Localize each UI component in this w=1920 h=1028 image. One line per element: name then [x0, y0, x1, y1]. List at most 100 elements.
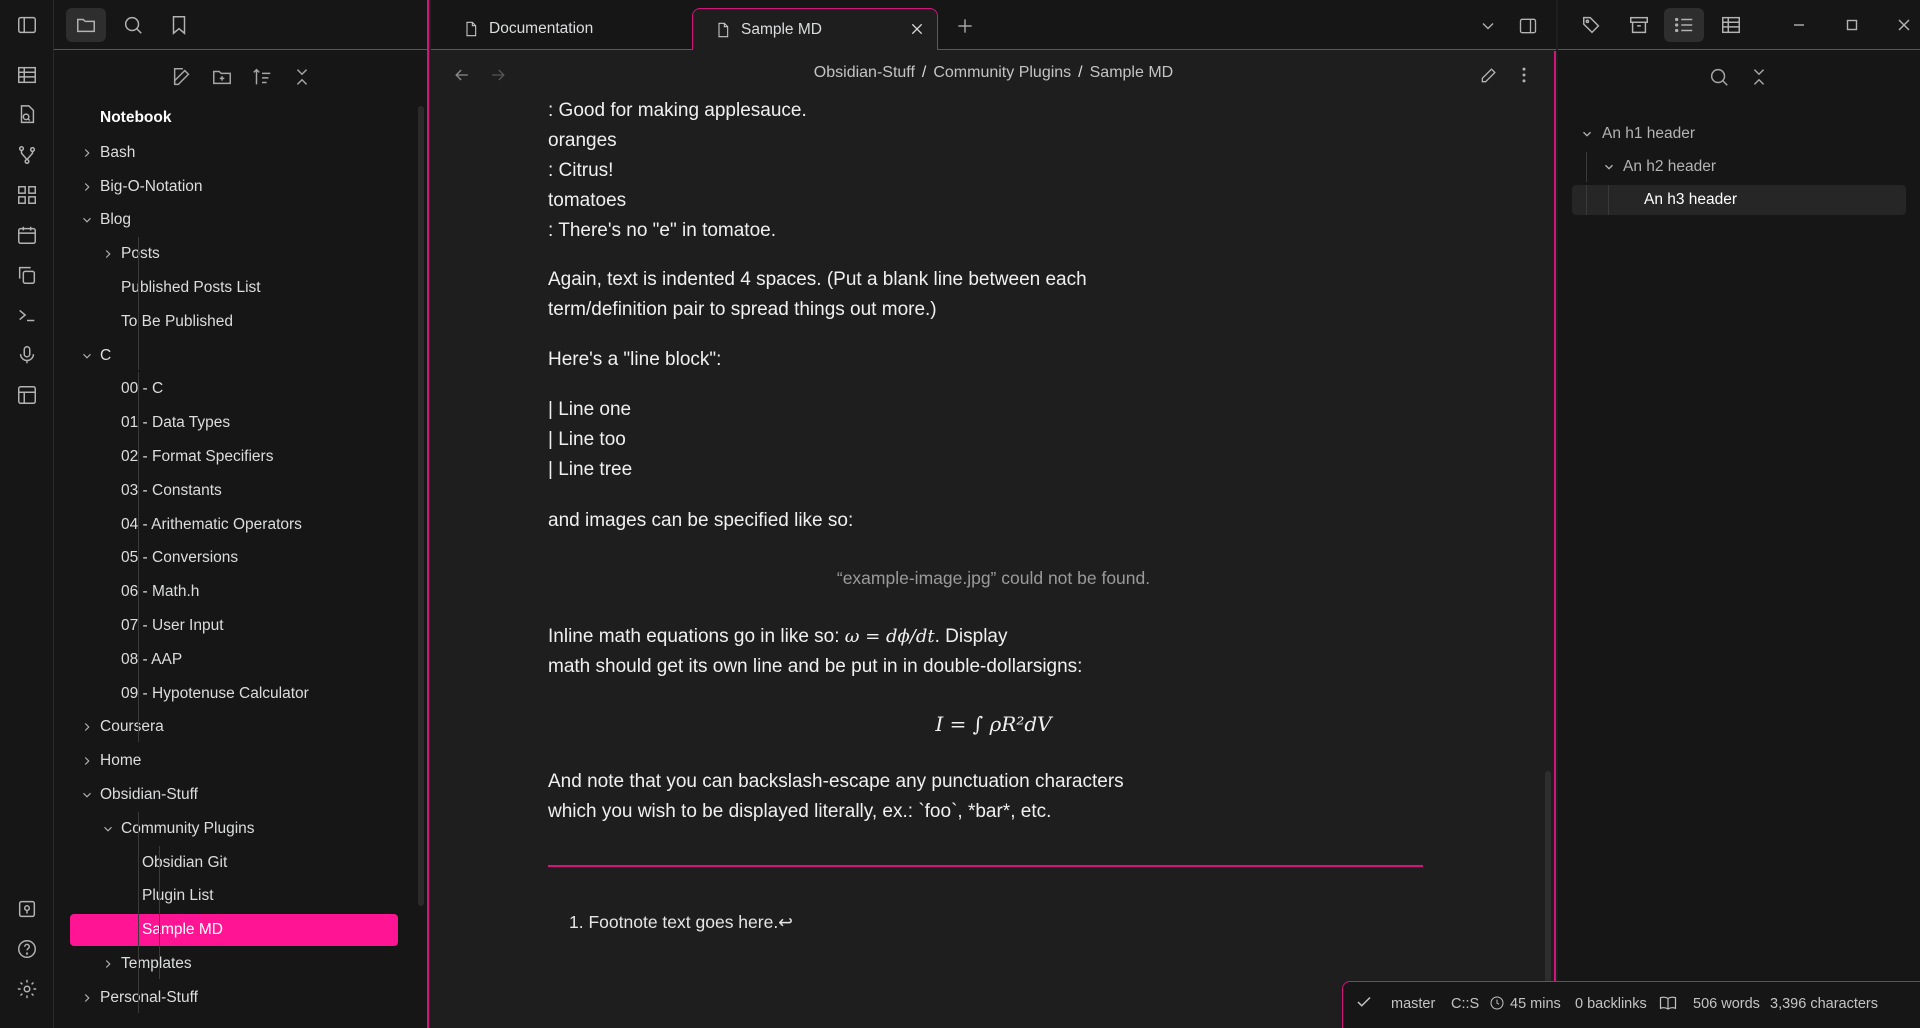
settings-icon[interactable] [12, 974, 42, 1004]
paragraph-line: term/definition pair to spread things ou… [548, 299, 937, 320]
outline-label: An h2 header [1623, 158, 1717, 175]
file-item[interactable]: Obsidian Git [142, 849, 227, 877]
tab-documentation[interactable]: Documentation [441, 8, 641, 50]
close-icon[interactable] [909, 21, 925, 37]
editor-scrollbar[interactable] [1545, 771, 1551, 991]
minimize-icon[interactable] [1788, 14, 1810, 36]
breadcrumb-item[interactable]: Community Plugins [933, 64, 1071, 81]
chevron-down-icon [83, 792, 91, 798]
sidebar-toggle-icon[interactable] [12, 10, 42, 40]
folder-item[interactable]: Bash [84, 139, 136, 167]
tree-item-label: Posts [121, 245, 160, 263]
file-icon [718, 22, 729, 37]
collapse-all-icon[interactable] [1744, 62, 1774, 92]
new-tab-icon[interactable] [951, 12, 979, 40]
new-note-icon[interactable] [167, 62, 197, 92]
folder-item[interactable]: Personal-Stuff [84, 984, 198, 1012]
help-icon[interactable] [12, 934, 42, 964]
file-item[interactable]: 02 - Format Specifiers [121, 443, 273, 471]
tags-icon[interactable] [1572, 8, 1612, 42]
archive-icon[interactable] [1619, 8, 1659, 42]
edit-pencil-icon[interactable] [1475, 61, 1503, 89]
outline-h2[interactable]: An h2 header [1572, 152, 1862, 182]
file-item[interactable]: 08 - AAP [121, 646, 182, 674]
calendar-icon[interactable] [12, 220, 42, 250]
paragraph: And note that you can backslash-escape a… [548, 767, 1124, 827]
search-icon[interactable] [1704, 62, 1734, 92]
folder-item[interactable]: Posts [105, 240, 160, 268]
paragraph: Again, text is indented 4 spaces. (Put a… [548, 265, 1087, 325]
window-close-icon[interactable] [1893, 14, 1915, 36]
folder-item[interactable]: Community Plugins [104, 815, 255, 843]
chevron-down-icon[interactable] [1474, 12, 1502, 40]
backlinks-count[interactable]: 0 backlinks [1575, 996, 1647, 1012]
file-search-icon[interactable] [12, 100, 42, 130]
tree-item-label: Obsidian Git [142, 853, 228, 871]
more-options-icon[interactable] [1510, 61, 1538, 89]
table-icon[interactable] [1711, 8, 1751, 42]
bookmark-icon[interactable] [159, 8, 199, 42]
file-item[interactable]: 00 - C [121, 375, 163, 403]
chevron-down-icon [104, 826, 112, 832]
table-icon[interactable] [12, 60, 42, 90]
copy-icon[interactable] [12, 260, 42, 290]
folder-item[interactable]: C [83, 342, 111, 370]
collapse-all-icon[interactable] [287, 62, 317, 92]
vault-icon[interactable] [12, 894, 42, 924]
vault-root-label[interactable]: Notebook [100, 104, 171, 132]
status-bar: master C::S 45 mins 0 backlinks 506 word… [1342, 981, 1920, 1028]
tree-item-label: Personal-Stuff [100, 988, 198, 1006]
microphone-icon[interactable] [12, 340, 42, 370]
file-item[interactable]: Published Posts List [121, 274, 261, 302]
outline-h1[interactable]: An h1 header [1572, 119, 1862, 149]
folder-item[interactable]: Coursera [84, 713, 164, 741]
word-count: 506 words [1693, 996, 1760, 1012]
outline-list-icon[interactable] [1664, 8, 1704, 42]
chevron-right-icon [84, 723, 90, 732]
tree-item-label: Templates [121, 955, 192, 972]
paragraph: Here's a "line block": [548, 349, 722, 370]
outline-h3[interactable]: An h3 header [1572, 185, 1906, 215]
file-item[interactable]: 09 - Hypotenuse Calculator [121, 680, 309, 708]
breadcrumb-item[interactable]: Sample MD [1090, 64, 1174, 81]
git-status-label[interactable]: C::S [1451, 996, 1479, 1012]
display-math: I = ∫ ρR²dV [935, 712, 1052, 736]
search-icon[interactable] [113, 8, 153, 42]
file-item[interactable]: 06 - Math.h [121, 578, 199, 606]
terminal-icon[interactable] [12, 300, 42, 330]
folder-item[interactable]: Big-O-Notation [84, 173, 203, 201]
sort-icon[interactable] [247, 62, 277, 92]
dashboard-icon[interactable] [12, 180, 42, 210]
file-item[interactable]: 04 - Arithematic Operators [121, 511, 302, 539]
git-branch-label[interactable]: master [1391, 996, 1435, 1012]
chevron-right-icon [105, 250, 111, 259]
tab-sample-md[interactable]: Sample MD [692, 8, 938, 50]
folder-item[interactable]: Blog [83, 206, 131, 234]
outline-sidebar: An h1 header An h2 header An h3 header [1558, 0, 1920, 1028]
right-sidebar-toggle-icon[interactable] [1514, 12, 1542, 40]
ribbon [0, 0, 54, 1028]
maximize-icon[interactable] [1841, 14, 1863, 36]
footnote-backref-link[interactable]: ↩ [778, 912, 793, 932]
chevron-down-icon [1583, 131, 1591, 137]
tree-item-label: Bash [100, 143, 136, 161]
footnote-number: 1. [569, 912, 584, 932]
file-item[interactable]: Sample MD [70, 914, 398, 947]
file-item[interactable]: 07 - User Input [121, 612, 224, 640]
folder-item[interactable]: Templates [105, 950, 192, 978]
file-item[interactable]: 03 - Constants [121, 477, 222, 505]
git-branch-icon[interactable] [12, 140, 42, 170]
check-icon[interactable] [1355, 993, 1373, 1015]
sidebar-scrollbar[interactable] [418, 106, 424, 906]
folder-item[interactable]: Home [84, 747, 141, 775]
layout-icon[interactable] [12, 380, 42, 410]
breadcrumb-item[interactable]: Obsidian-Stuff [814, 64, 915, 81]
folder-icon[interactable] [66, 8, 106, 42]
indent-guide [138, 237, 139, 371]
line-block: | Line one | Line too | Line tree [548, 395, 632, 485]
new-folder-icon[interactable] [207, 62, 237, 92]
tree-item-label: Obsidian-Stuff [100, 786, 198, 803]
right-sidebar-tabs [1558, 0, 1920, 50]
file-item[interactable]: Plugin List [142, 882, 214, 910]
folder-item[interactable]: Obsidian-Stuff [83, 781, 198, 809]
